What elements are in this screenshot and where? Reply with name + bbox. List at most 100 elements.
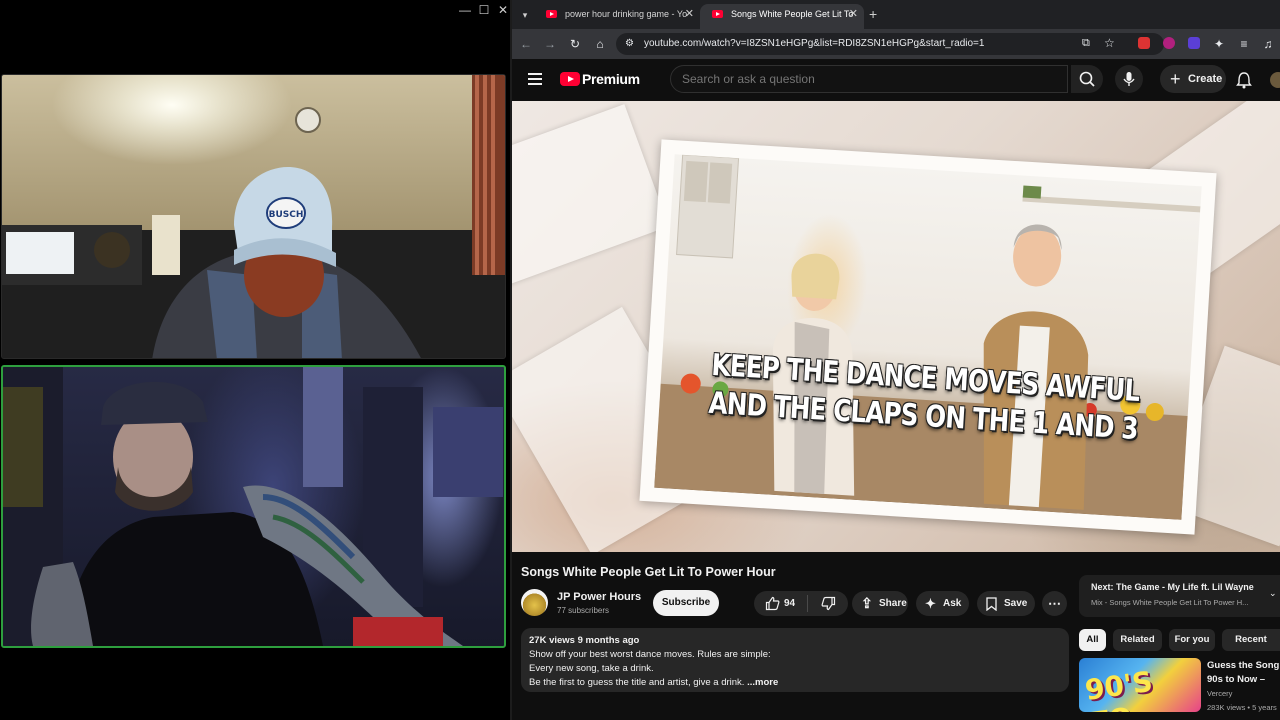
like-dislike-group: 94 — [754, 591, 848, 616]
like-count: 94 — [784, 598, 796, 609]
address-bar[interactable]: ⚙ youtube.com/watch?v=I8ZSN1eHGPg&list=R… — [616, 33, 1164, 55]
more-actions-button[interactable]: ⋯ — [1042, 591, 1067, 616]
self-video-feed — [3, 367, 503, 646]
divider — [807, 595, 808, 612]
svg-text:BUSCH: BUSCH — [269, 210, 304, 220]
next-title-text: The Game - My Life ft. Lil Wayne — [1116, 582, 1254, 592]
url-text: youtube.com/watch?v=I8ZSN1eHGPg&list=RDI… — [644, 38, 985, 49]
channel-name[interactable]: JP Power Hours — [557, 591, 641, 603]
bookmark-icon — [986, 597, 997, 611]
extension-icon[interactable] — [1163, 37, 1175, 49]
playlist-name: Mix - Songs White People Get Lit To Powe… — [1091, 598, 1249, 607]
close-window-button[interactable]: ✕ — [494, 2, 512, 18]
recommendation-thumbnail[interactable]: 90'S TO — [1079, 658, 1201, 712]
account-avatar[interactable] — [1270, 72, 1280, 88]
video-title: Songs White People Get Lit To Power Hour — [521, 565, 776, 579]
up-next-playlist[interactable]: Next: The Game - My Life ft. Lil Wayne M… — [1079, 575, 1280, 617]
like-button[interactable]: 94 — [762, 591, 807, 616]
title-line: Guess the Song - — [1207, 660, 1280, 671]
home-icon[interactable]: ⌂ — [592, 36, 608, 52]
self-video-tile[interactable] — [1, 365, 506, 648]
recommendation-stats: 283K views • 5 years — [1207, 703, 1277, 712]
view-count-date: 27K views 9 months ago — [529, 635, 640, 646]
description-line: Every new song, take a drink. — [529, 663, 654, 674]
youtube-favicon-icon — [712, 10, 723, 18]
close-tab-icon[interactable]: ✕ — [685, 4, 694, 25]
ask-label: Ask — [943, 598, 962, 609]
description-line: Be the first to guess the title and arti… — [529, 677, 779, 688]
browser-toolbar: ← → ↻ ⌂ ⚙ youtube.com/watch?v=I8ZSN1eHGP… — [512, 29, 1280, 59]
notifications-bell-icon[interactable] — [1236, 71, 1252, 89]
new-tab-button[interactable]: + — [869, 6, 877, 22]
filter-chip-all[interactable]: All — [1079, 629, 1106, 651]
youtube-play-icon — [560, 72, 580, 86]
maximize-button[interactable]: ☐ — [475, 2, 493, 18]
close-tab-icon[interactable]: ✕ — [849, 4, 858, 25]
share-label: Share — [879, 598, 907, 609]
more-dots-icon: ⋯ — [1048, 596, 1061, 611]
channel-avatar[interactable] — [521, 589, 548, 616]
reading-list-icon[interactable]: ≡ — [1236, 36, 1252, 52]
reload-icon[interactable]: ↻ — [567, 36, 583, 52]
extensions-puzzle-icon[interactable]: ✦ — [1211, 36, 1227, 52]
thumbs-down-icon — [821, 596, 836, 611]
search-input[interactable] — [670, 65, 1068, 93]
search-button[interactable] — [1071, 65, 1103, 93]
next-video-title: Next: The Game - My Life ft. Lil Wayne — [1091, 581, 1268, 594]
video-player[interactable]: KEEP THE DANCE MOVES AWFUL AND THE CLAPS… — [512, 101, 1280, 552]
share-button[interactable]: ⇪ Share — [852, 591, 908, 616]
voice-search-button[interactable] — [1115, 65, 1143, 93]
ask-button[interactable]: ✦ Ask — [916, 591, 969, 616]
tab-strip: ▾ power hour drinking game - Yo ✕ Songs … — [512, 0, 1280, 29]
show-more-link[interactable]: ...more — [747, 677, 778, 688]
tab-songs-white-people[interactable]: Songs White People Get Lit To ✕ — [700, 4, 864, 29]
recommendation-title[interactable]: Guess the Song - 90s to Now – — [1207, 659, 1280, 687]
video-frame-photo: KEEP THE DANCE MOVES AWFUL AND THE CLAPS… — [639, 139, 1217, 535]
title-line: 90s to Now – — [1207, 674, 1266, 685]
forward-arrow-icon[interactable]: → — [542, 36, 558, 52]
extension-icon[interactable] — [1188, 37, 1200, 49]
tab-power-hour-search[interactable]: power hour drinking game - Yo ✕ — [534, 4, 700, 29]
thumbnail-text: 90'S TO — [1082, 664, 1155, 712]
sparkle-icon: ✦ — [925, 596, 936, 611]
minimize-button[interactable]: — — [456, 2, 474, 18]
share-arrow-icon: ⇪ — [861, 595, 873, 611]
microphone-icon — [1123, 72, 1135, 86]
tab-title: Songs White People Get Lit To — [731, 9, 854, 19]
back-arrow-icon[interactable]: ← — [518, 36, 534, 52]
guide-menu-icon[interactable] — [528, 73, 542, 85]
save-button[interactable]: Save — [977, 591, 1035, 616]
dislike-button[interactable] — [810, 591, 846, 616]
recommendation-channel: Vercery — [1207, 689, 1233, 698]
chevron-down-icon[interactable]: ⌄ — [1269, 588, 1277, 599]
youtube-masthead: Premium + Create — [512, 59, 1280, 101]
save-label: Save — [1004, 598, 1028, 609]
participant-video-feed: BUSCH — [2, 75, 505, 358]
create-label: Create — [1188, 73, 1223, 85]
browser-window: ▾ power hour drinking game - Yo ✕ Songs … — [512, 0, 1280, 720]
subscribe-button[interactable]: Subscribe — [653, 590, 719, 616]
site-settings-icon[interactable]: ⚙ — [625, 38, 634, 49]
tab-title: power hour drinking game - Yo — [565, 9, 688, 19]
subscriber-count: 77 subscribers — [557, 606, 610, 615]
filter-chip-for-you[interactable]: For you — [1169, 629, 1215, 651]
description-box[interactable]: 27K views 9 months ago Show off your bes… — [521, 628, 1069, 692]
description-line: Show off your best worst dance moves. Ru… — [529, 649, 771, 660]
video-call-window: — ☐ ✕ BUSCH — [0, 0, 512, 720]
media-controls-icon[interactable]: ♫ — [1260, 36, 1276, 52]
logo-text: Premium — [582, 71, 640, 87]
install-app-icon[interactable]: ⧉ — [1082, 37, 1090, 50]
kitchen-scene: KEEP THE DANCE MOVES AWFUL AND THE CLAPS… — [654, 154, 1202, 520]
filter-chip-related[interactable]: Related — [1113, 629, 1162, 651]
background-photo-frame — [512, 104, 669, 288]
participant-video-tile[interactable]: BUSCH — [1, 74, 506, 359]
tab-search-chevron-icon[interactable]: ▾ — [518, 8, 532, 22]
filter-chip-recent[interactable]: Recent — [1222, 629, 1280, 651]
extension-icon[interactable] — [1138, 37, 1150, 49]
create-button[interactable]: + Create — [1160, 65, 1226, 93]
next-label: Next: — [1091, 582, 1114, 592]
bookmark-star-icon[interactable]: ☆ — [1104, 36, 1115, 50]
search-icon — [1079, 71, 1095, 87]
thumbs-up-icon — [765, 596, 780, 611]
plus-icon: + — [1170, 69, 1181, 89]
